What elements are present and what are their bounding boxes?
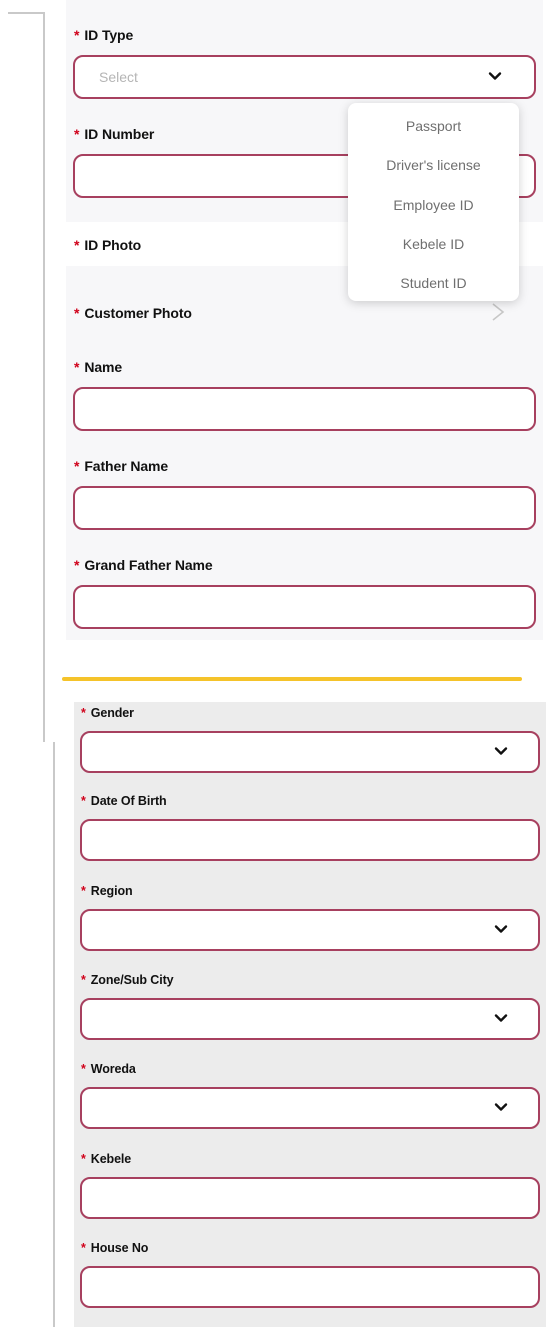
father-name-input[interactable] <box>73 486 536 530</box>
id-type-label: * ID Type <box>74 27 134 43</box>
region-label: * Region <box>81 884 133 898</box>
required-marker: * <box>81 1152 86 1166</box>
required-marker: * <box>81 1241 86 1255</box>
left-border-line <box>43 12 45 742</box>
woreda-select[interactable] <box>80 1087 540 1129</box>
gender-select[interactable] <box>80 731 540 773</box>
region-select[interactable] <box>80 909 540 951</box>
dropdown-option-passport[interactable]: Passport <box>348 118 519 134</box>
customer-photo-label: * Customer Photo <box>74 305 192 321</box>
grand-father-name-input[interactable] <box>73 585 536 629</box>
required-marker: * <box>81 973 86 987</box>
required-marker: * <box>81 794 86 808</box>
house-no-label: * House No <box>81 1241 149 1255</box>
chevron-right-icon <box>491 302 505 327</box>
dropdown-option-drivers-license[interactable]: Driver's license <box>348 157 519 173</box>
chevron-down-icon <box>494 925 508 935</box>
date-of-birth-label: * Date Of Birth <box>81 794 167 808</box>
gender-label: * Gender <box>81 706 134 720</box>
required-marker: * <box>74 359 80 375</box>
section-divider <box>62 677 522 681</box>
required-marker: * <box>74 237 80 253</box>
required-marker: * <box>81 1062 86 1076</box>
kebele-input[interactable] <box>80 1177 540 1219</box>
dropdown-option-kebele-id[interactable]: Kebele ID <box>348 236 519 252</box>
required-marker: * <box>81 884 86 898</box>
id-number-label: * ID Number <box>74 126 155 142</box>
name-label: * Name <box>74 359 123 375</box>
required-marker: * <box>74 126 80 142</box>
father-name-label: * Father Name <box>74 458 169 474</box>
top-left-corner-line <box>8 12 44 14</box>
dropdown-option-student-id[interactable]: Student ID <box>348 275 519 291</box>
required-marker: * <box>74 557 80 573</box>
required-marker: * <box>81 706 86 720</box>
chevron-down-icon <box>488 72 502 82</box>
required-marker: * <box>74 27 80 43</box>
id-type-placeholder: Select <box>99 69 138 85</box>
zone-sub-city-select[interactable] <box>80 998 540 1040</box>
zone-sub-city-label: * Zone/Sub City <box>81 973 174 987</box>
chevron-down-icon <box>494 1103 508 1113</box>
kebele-label: * Kebele <box>81 1152 132 1166</box>
id-photo-label: * ID Photo <box>74 237 142 253</box>
date-of-birth-input[interactable] <box>80 819 540 861</box>
required-marker: * <box>74 458 80 474</box>
chevron-down-icon <box>494 747 508 757</box>
house-no-input[interactable] <box>80 1266 540 1308</box>
id-type-select[interactable]: Select <box>73 55 536 99</box>
grand-father-name-label: * Grand Father Name <box>74 557 213 573</box>
dropdown-option-employee-id[interactable]: Employee ID <box>348 197 519 213</box>
name-input[interactable] <box>73 387 536 431</box>
chevron-down-icon <box>494 1014 508 1024</box>
id-type-dropdown-menu: Passport Driver's license Employee ID Ke… <box>348 103 519 301</box>
left-border-line-lower <box>53 742 55 1327</box>
woreda-label: * Woreda <box>81 1062 136 1076</box>
required-marker: * <box>74 305 80 321</box>
